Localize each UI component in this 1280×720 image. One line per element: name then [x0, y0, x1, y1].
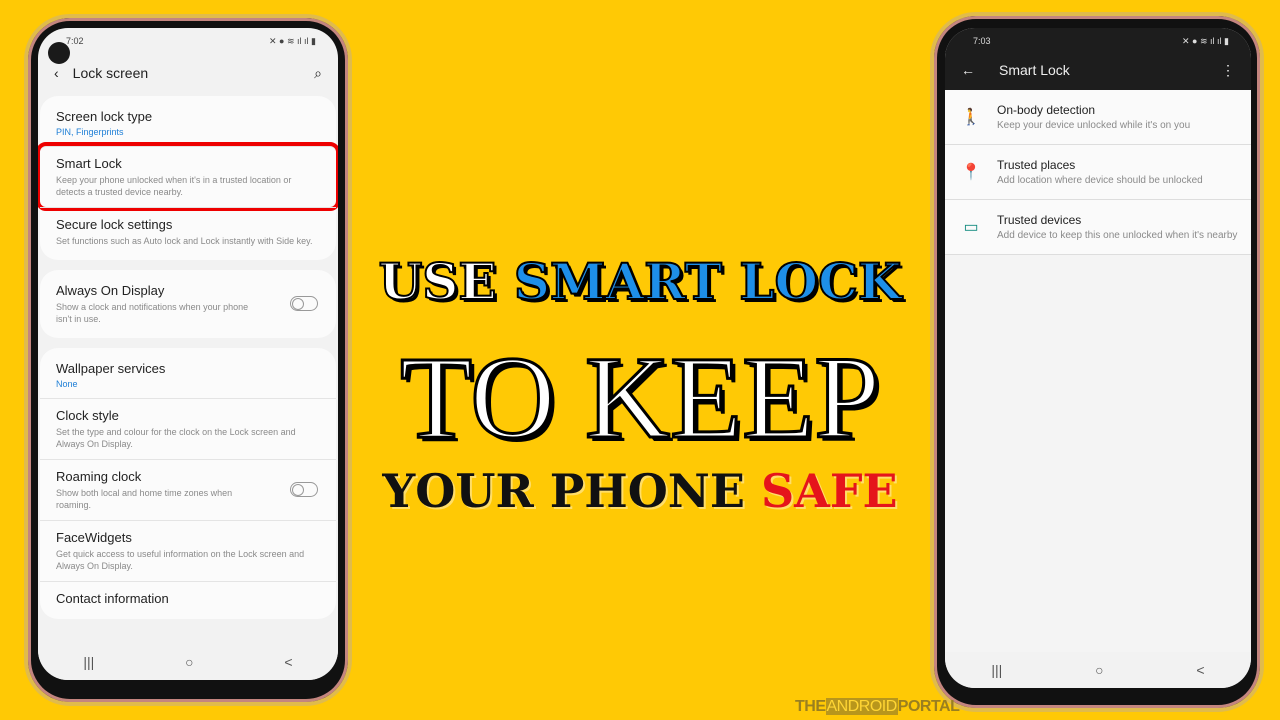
option-title: Trusted devices [997, 212, 1082, 227]
settings-card: Wallpaper services None Clock style Set the… [40, 348, 336, 619]
home-button[interactable]: ○ [185, 654, 193, 670]
status-time: 7:03 [973, 36, 991, 46]
option-description: Add device to keep this one unlocked whe… [997, 229, 1238, 241]
recents-button[interactable]: ||| [991, 662, 1002, 678]
option-description: Keep your device unlocked while it's on … [997, 119, 1191, 131]
option-trusted-devices[interactable]: ▭ Trusted devices Add device to keep this … [945, 200, 1251, 255]
option-title: Trusted places [997, 157, 1076, 172]
location-pin-icon: 📍 [961, 164, 981, 181]
more-options-icon[interactable]: ⋮ [1221, 62, 1235, 79]
setting-description: Keep your phone unlocked when it's in a … [56, 175, 292, 197]
smart-lock-screen: 7:03 ✕ ● ≋ ıl ıl ▮ ← Smart Lock ⋮ 🚶 On-body … [945, 28, 1251, 688]
headline-line-1: USE SMART LOCK [378, 251, 903, 312]
smart-lock-options: 🚶 On-body detection Keep your device unloc… [945, 90, 1251, 255]
setting-wallpaper-services[interactable]: Wallpaper services None [40, 352, 336, 398]
setting-title: FaceWidgets [56, 530, 132, 545]
status-icons: ✕ ● ≋ ıl ıl ▮ [269, 36, 316, 46]
setting-description: Set the type and colour for the clock on… [56, 427, 296, 449]
setting-title: Screen lock type [56, 109, 153, 124]
setting-smart-lock[interactable]: Smart Lock Keep your phone unlocked when … [38, 142, 338, 211]
back-button[interactable]: < [1196, 662, 1204, 678]
back-arrow-icon[interactable]: ← [961, 62, 975, 78]
recents-button[interactable]: ||| [83, 654, 94, 670]
setting-facewidgets[interactable]: FaceWidgets Get quick access to useful in… [40, 520, 336, 581]
setting-description: Show a clock and notifications when your… [56, 302, 249, 324]
setting-title: Clock style [56, 408, 119, 423]
setting-description: Show both local and home time zones when… [56, 488, 233, 510]
setting-title: Secure lock settings [56, 217, 173, 232]
watermark-logo: THEANDROIDPORTAL [795, 698, 960, 715]
settings-card: Always On Display Show a clock and notifi… [40, 270, 336, 338]
nav-bar: ||| ○ < [945, 652, 1251, 688]
headline-line-2: TO KEEP [399, 331, 882, 465]
setting-title: Roaming clock [56, 469, 142, 484]
home-button[interactable]: ○ [1095, 662, 1103, 678]
setting-description: Set functions such as Auto lock and Lock… [56, 236, 313, 246]
setting-value: PIN, Fingerprints [56, 127, 124, 137]
devices-icon: ▭ [963, 219, 979, 236]
nav-bar: ||| ○ < [38, 644, 338, 680]
option-trusted-places[interactable]: 📍 Trusted places Add location where device… [945, 145, 1251, 200]
walking-person-icon: 🚶 [961, 109, 981, 126]
lock-screen-settings: 7:02 ✕ ● ≋ ıl ıl ▮ ‹ Lock screen ⌕ Screen l… [38, 28, 338, 680]
setting-title: Always On Display [56, 283, 165, 298]
setting-title: Wallpaper services [56, 361, 166, 376]
toggle-switch[interactable] [290, 482, 318, 497]
back-icon[interactable]: ‹ [54, 65, 59, 81]
option-title: On-body detection [997, 102, 1096, 117]
setting-title: Contact information [56, 591, 169, 606]
setting-title: Smart Lock [56, 156, 122, 171]
camera-cutout [48, 42, 70, 64]
option-on-body-detection[interactable]: 🚶 On-body detection Keep your device unloc… [945, 90, 1251, 145]
page-title: Lock screen [72, 65, 149, 81]
status-icons: ✕ ● ≋ ıl ıl ▮ [1182, 36, 1229, 46]
setting-clock-style[interactable]: Clock style Set the type and colour for t… [40, 398, 336, 459]
setting-contact-information[interactable]: Contact information [40, 581, 336, 615]
search-icon[interactable]: ⌕ [314, 65, 322, 82]
toggle-switch[interactable] [290, 296, 318, 311]
setting-secure-lock-settings[interactable]: Secure lock settings Set functions such a… [40, 207, 336, 256]
option-description: Add location where device should be unlo… [997, 174, 1203, 186]
setting-screen-lock-type[interactable]: Screen lock type PIN, Fingerprints [40, 100, 336, 146]
setting-roaming-clock[interactable]: Roaming clock Show both local and home ti… [40, 459, 336, 520]
back-button[interactable]: < [284, 654, 292, 670]
headline-line-3: YOUR PHONE SAFE [382, 464, 898, 518]
setting-always-on-display[interactable]: Always On Display Show a clock and notifi… [40, 274, 336, 334]
settings-card: Screen lock type PIN, Fingerprints Smart L… [38, 96, 338, 260]
page-title: Smart Lock [999, 62, 1070, 78]
setting-description: Get quick access to useful information o… [56, 549, 305, 571]
setting-value: None [56, 379, 78, 389]
settings-list: Screen lock type PIN, Fingerprints Smart L… [38, 96, 338, 619]
